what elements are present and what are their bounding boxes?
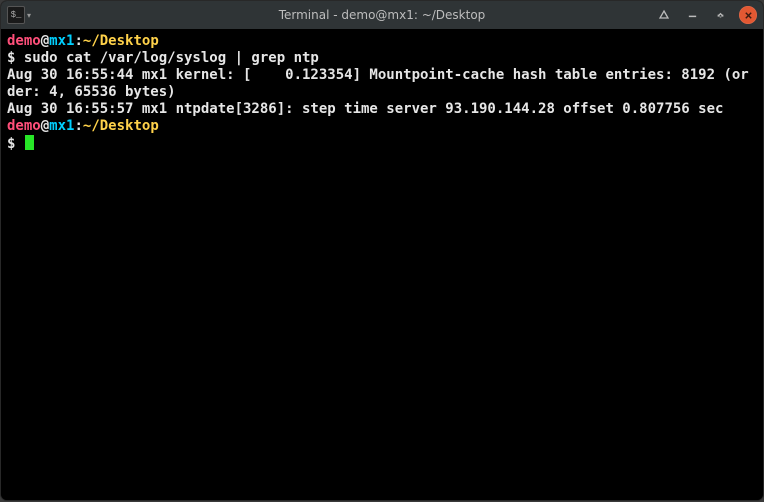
- minimize-button[interactable]: [683, 6, 701, 24]
- prompt-dollar: $: [7, 50, 24, 66]
- terminal-icon[interactable]: $_: [7, 6, 25, 24]
- prompt-colon-2: :: [74, 118, 82, 134]
- maximize-button[interactable]: [711, 6, 729, 24]
- prompt-user-2: demo: [7, 118, 41, 134]
- prompt-colon: :: [74, 33, 82, 49]
- titlebar[interactable]: $_ ▾ Terminal - demo@mx1: ~/Desktop: [1, 1, 763, 29]
- prompt-path: ~/Desktop: [83, 33, 159, 49]
- terminal-window: $_ ▾ Terminal - demo@mx1: ~/Desktop: [1, 1, 763, 500]
- chevron-down-icon[interactable]: ▾: [27, 11, 31, 20]
- terminal-icon-glyph: $_: [11, 11, 22, 20]
- prompt-at-2: @: [41, 118, 49, 134]
- window-controls: [655, 6, 757, 24]
- prompt-at: @: [41, 33, 49, 49]
- window-title: Terminal - demo@mx1: ~/Desktop: [1, 8, 763, 22]
- prompt-user: demo: [7, 33, 41, 49]
- prompt-path-2: ~/Desktop: [83, 118, 159, 134]
- output-line-1: Aug 30 16:55:44 mx1 kernel: [ 0.123354] …: [7, 67, 749, 100]
- terminal-body[interactable]: demo@mx1:~/Desktop $ sudo cat /var/log/s…: [1, 29, 763, 500]
- prompt-host-2: mx1: [49, 118, 74, 134]
- cursor: [25, 135, 34, 150]
- keep-above-icon[interactable]: [655, 6, 673, 24]
- titlebar-left: $_ ▾: [7, 6, 31, 24]
- close-button[interactable]: [739, 6, 757, 24]
- prompt-dollar-2: $: [7, 136, 24, 152]
- command-line-1: sudo cat /var/log/syslog | grep ntp: [24, 50, 319, 66]
- output-line-2: Aug 30 16:55:57 mx1 ntpdate[3286]: step …: [7, 101, 723, 117]
- prompt-host: mx1: [49, 33, 74, 49]
